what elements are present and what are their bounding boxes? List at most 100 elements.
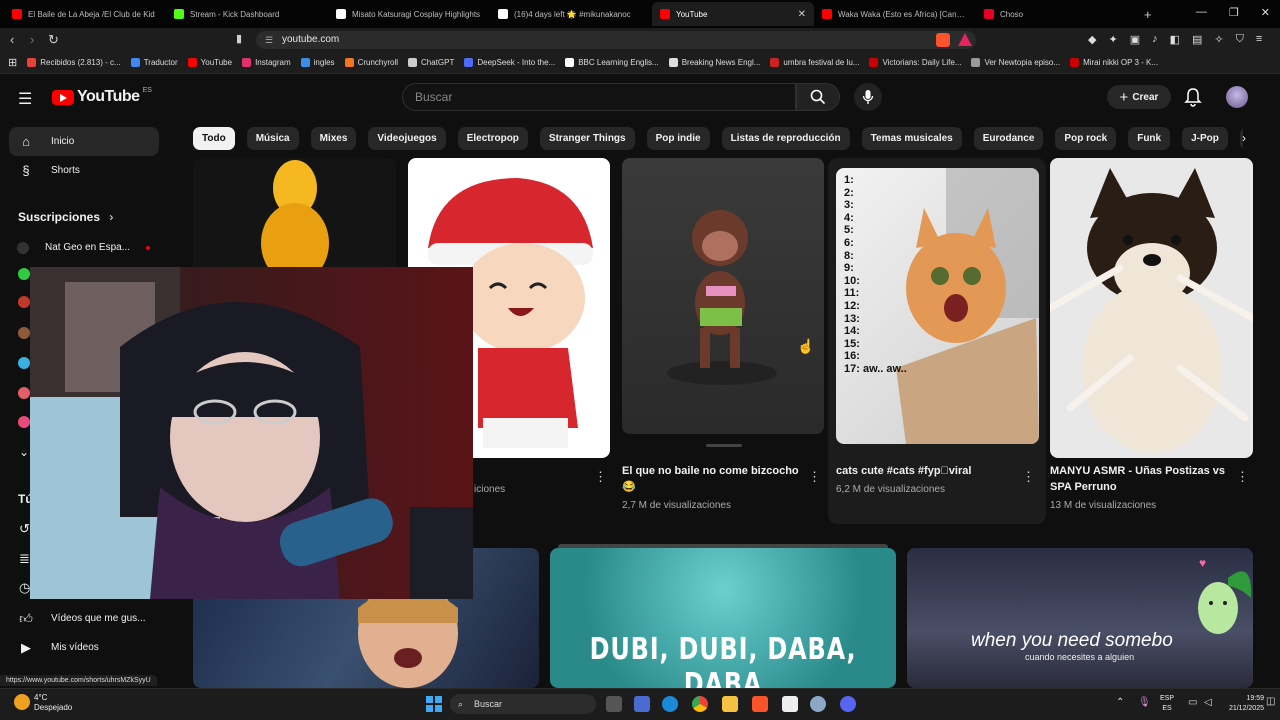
chrome-icon[interactable]	[692, 696, 708, 712]
sidebar-item-home[interactable]: ⌂ Inicio	[9, 127, 159, 156]
filter-chip[interactable]: Mixes	[310, 127, 357, 150]
ai-icon[interactable]: ✧	[1214, 33, 1223, 46]
reload-icon[interactable]: ↻	[48, 32, 59, 48]
chevron-up-icon[interactable]: ⌃	[1116, 697, 1124, 708]
weather-icon[interactable]	[14, 694, 30, 710]
subscriptions-heading[interactable]: Suscripciones ›	[18, 210, 113, 224]
filter-chip[interactable]: Stranger Things	[539, 127, 635, 150]
short-thumbnail[interactable]: 1: 2: 3: 4: 5: 6: 8: 9: 10: 11: 12: 13: 14: 15: 16: 17:…	[836, 168, 1039, 444]
vpn-icon[interactable]: ⛉	[1236, 33, 1244, 46]
filter-chip[interactable]: Temas musicales	[861, 127, 962, 150]
browser-tab[interactable]: Waka Waka (Esto es África) [Cancion	[814, 2, 976, 26]
channel-avatar[interactable]	[18, 357, 30, 369]
more-options-icon[interactable]: ⋮	[594, 469, 607, 485]
close-window-icon[interactable]: ✕	[1261, 6, 1270, 19]
minimize-icon[interactable]: —	[1196, 6, 1207, 19]
browser-tab[interactable]: Choso	[976, 2, 1138, 26]
chevron-right-icon[interactable]: ›	[1242, 131, 1246, 145]
avatar[interactable]	[1226, 86, 1248, 108]
history-icon[interactable]: ↺	[19, 521, 30, 537]
extension-icon[interactable]: ▣	[1130, 33, 1140, 46]
address-bar[interactable]: ☰ youtube.com	[256, 31, 976, 49]
back-icon[interactable]: ‹	[10, 32, 14, 47]
edge-icon[interactable]	[662, 696, 678, 712]
bookmark-item[interactable]: Victorians: Daily Life...	[869, 58, 961, 67]
filter-chip[interactable]: Videojuegos	[368, 127, 446, 150]
store-icon[interactable]	[634, 696, 650, 712]
playlists-icon[interactable]: ≣	[19, 551, 30, 567]
short-thumbnail[interactable]	[622, 158, 824, 434]
volume-icon[interactable]: ◁	[1204, 697, 1212, 708]
extension-icon[interactable]: ◆	[1088, 33, 1096, 46]
bookmark-item[interactable]: YouTube	[187, 58, 232, 67]
channel-avatar[interactable]	[18, 327, 30, 339]
discord-icon[interactable]	[840, 696, 856, 712]
filter-chip[interactable]: Todo	[193, 127, 235, 150]
filter-chip[interactable]: Pop indie	[646, 127, 710, 150]
sidebar-item-my-videos[interactable]: ▶ Mis vídeos	[9, 633, 159, 662]
language-indicator[interactable]: ESP ES	[1160, 694, 1174, 714]
maximize-icon[interactable]: ❐	[1229, 6, 1239, 19]
bookmark-item[interactable]: ingles	[300, 58, 335, 67]
bookmark-item[interactable]: Ver Newtopia episo...	[971, 58, 1060, 67]
brave-shield-icon[interactable]	[936, 33, 950, 47]
more-options-icon[interactable]: ⋮	[1236, 469, 1249, 485]
search-button[interactable]	[796, 83, 840, 111]
menu-icon[interactable]: ≡	[1256, 33, 1262, 46]
filter-chip[interactable]: Listas de reproducción	[721, 127, 850, 150]
voice-search-button[interactable]	[854, 83, 882, 111]
video-title[interactable]: El que no baile no come bizcocho 😂	[622, 463, 802, 495]
video-title[interactable]: cats cute #cats #fyp゚viral	[836, 463, 1016, 479]
chevron-down-icon[interactable]: ⌄	[19, 445, 29, 459]
youtube-logo[interactable]: YouTube ES	[52, 87, 152, 106]
forward-icon[interactable]: ›	[30, 32, 34, 47]
browser-tab[interactable]: El Baile de La Abeja /El Club de Kid	[4, 2, 166, 26]
filter-chip[interactable]: J-Pop	[1182, 127, 1228, 150]
task-view-icon[interactable]	[606, 696, 622, 712]
sidebar-item-liked[interactable]: 👍︎ Vídeos que me gus...	[9, 604, 159, 633]
channel-avatar[interactable]	[18, 416, 30, 428]
notification-center-icon[interactable]: ◫	[1266, 696, 1275, 707]
wallet-icon[interactable]: ▤	[1192, 33, 1202, 46]
bookmark-item[interactable]: umbra festival de lu...	[770, 58, 859, 67]
browser-tab[interactable]: (16)4 days left 🌟 #mikunakanoc	[490, 2, 652, 26]
brave-icon[interactable]	[752, 696, 768, 712]
bookmark-item[interactable]: BBC Learning Englis...	[565, 58, 659, 67]
bookmark-item[interactable]: Recibidos (2.813) - c...	[27, 58, 121, 67]
bookmark-icon[interactable]: ▮	[236, 32, 242, 45]
browser-tab[interactable]: YouTube ✕	[652, 2, 814, 26]
search-input[interactable]: Buscar	[402, 83, 796, 111]
extension-icon[interactable]: ✦	[1108, 33, 1117, 46]
close-tab-icon[interactable]: ✕	[798, 9, 806, 20]
bookmark-item[interactable]: Mirai nikki OP 3 - K...	[1070, 58, 1158, 67]
bookmark-item[interactable]: Traductor	[130, 58, 178, 67]
bookmark-item[interactable]: Breaking News Engl...	[668, 58, 760, 67]
music-icon[interactable]: ♪	[1152, 33, 1158, 46]
video-title[interactable]: MANYU ASMR - Uñas Postizas vs SPA Perrun…	[1050, 463, 1230, 495]
weather-widget[interactable]: 4°C Despejado	[34, 693, 72, 713]
channel-avatar[interactable]	[18, 387, 30, 399]
channel-avatar[interactable]	[18, 268, 30, 280]
filter-chip[interactable]: Electropop	[457, 127, 528, 150]
watch-later-icon[interactable]: ◷	[19, 580, 30, 596]
channel-avatar[interactable]	[18, 296, 30, 308]
file-explorer-icon[interactable]	[722, 696, 738, 712]
browser-tab[interactable]: Misato Katsuragi Cosplay Highlights	[328, 2, 490, 26]
settings-icon[interactable]	[810, 696, 826, 712]
apps-icon[interactable]: ⊞	[8, 56, 17, 69]
network-icon[interactable]: ▭	[1188, 697, 1197, 708]
browser-tab[interactable]: Stream - Kick Dashboard	[166, 2, 328, 26]
taskbar-search[interactable]: ⌕ Buscar	[450, 694, 596, 714]
brave-rewards-icon[interactable]	[958, 33, 972, 46]
hamburger-menu-icon[interactable]: ☰	[18, 89, 32, 109]
site-info-icon[interactable]: ☰	[265, 31, 273, 49]
new-tab-icon[interactable]: +	[1144, 7, 1152, 22]
sidebar-toggle-icon[interactable]: ◧	[1170, 33, 1180, 46]
bookmark-item[interactable]: Instagram	[242, 58, 291, 67]
filter-chip[interactable]: Eurodance	[973, 127, 1044, 150]
microphone-icon[interactable]: 🎙︎	[1138, 697, 1151, 708]
video-thumbnail[interactable]: DUBI, DUBI, DABA, DABA	[550, 548, 896, 688]
filter-chip[interactable]: Música	[246, 127, 299, 150]
short-thumbnail[interactable]	[1050, 158, 1253, 458]
document-icon[interactable]	[782, 696, 798, 712]
